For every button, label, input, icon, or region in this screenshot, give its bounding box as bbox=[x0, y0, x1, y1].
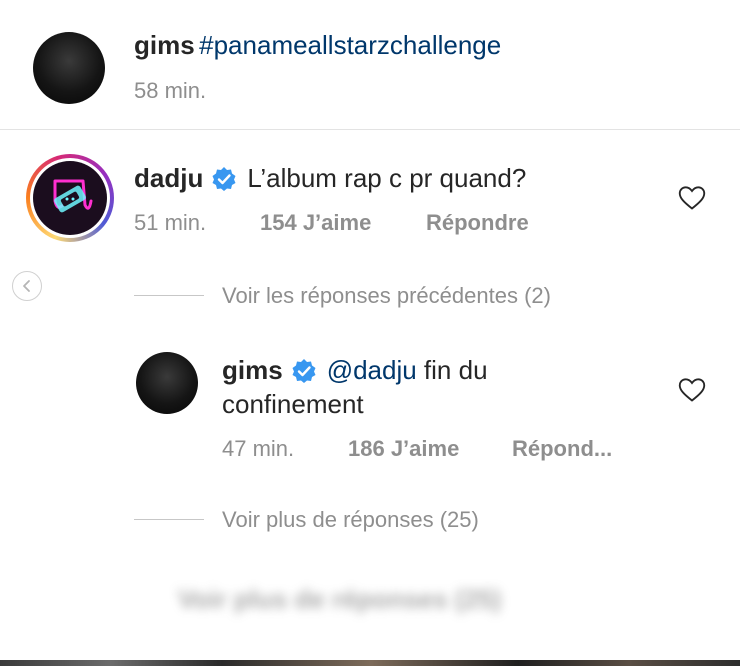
reply-mention[interactable]: @dadju bbox=[327, 355, 417, 386]
blurred-view-more-replies: Voir plus de réponses (25) bbox=[178, 584, 502, 614]
view-more-line bbox=[134, 519, 204, 520]
reply-avatar[interactable] bbox=[136, 352, 198, 414]
view-previous-replies-button[interactable]: Voir les réponses précédentes (2) bbox=[222, 283, 551, 309]
caption-separator bbox=[0, 129, 740, 130]
comment-time: 51 min. bbox=[134, 210, 207, 235]
reply-likes[interactable]: 186 J’aime bbox=[348, 436, 459, 462]
verified-badge-icon bbox=[292, 358, 316, 383]
comment-reply-button[interactable]: Répondre bbox=[426, 210, 529, 236]
reply-text-line1: fin du bbox=[416, 355, 488, 385]
caption-line: gims #panameallstarzchallenge bbox=[134, 30, 501, 61]
reply-time: 47 min. bbox=[222, 436, 295, 461]
comment-line: dadju L’album rap c pr quand? bbox=[134, 163, 526, 194]
reply-username[interactable]: gims bbox=[222, 355, 283, 386]
heart-icon[interactable] bbox=[678, 185, 706, 211]
heart-icon[interactable] bbox=[678, 377, 706, 403]
chevron-left-icon bbox=[23, 280, 30, 292]
view-previous-line bbox=[134, 295, 204, 296]
reply-reply-button[interactable]: Répond... bbox=[512, 436, 612, 462]
comment-likes[interactable]: 154 J’aime bbox=[260, 210, 371, 236]
comment-avatar[interactable] bbox=[26, 154, 114, 242]
comment-username[interactable]: dadju bbox=[134, 163, 203, 194]
caption-username[interactable]: gims bbox=[134, 30, 195, 60]
back-button[interactable] bbox=[12, 271, 42, 301]
bottom-image-strip bbox=[0, 660, 740, 666]
caption-avatar[interactable] bbox=[33, 32, 105, 104]
comment-text: L’album rap c pr quand? bbox=[247, 163, 527, 193]
caption-time: 58 min. bbox=[134, 78, 207, 103]
caption-hashtag[interactable]: #panameallstarzchallenge bbox=[199, 30, 501, 60]
verified-badge-icon bbox=[212, 166, 236, 191]
reply-text-line2: confinement bbox=[222, 389, 364, 419]
neon-logo-icon bbox=[53, 179, 93, 213]
reply-line-1: gims @dadju fin du bbox=[222, 355, 488, 386]
view-more-replies-button[interactable]: Voir plus de réponses (25) bbox=[222, 507, 479, 533]
